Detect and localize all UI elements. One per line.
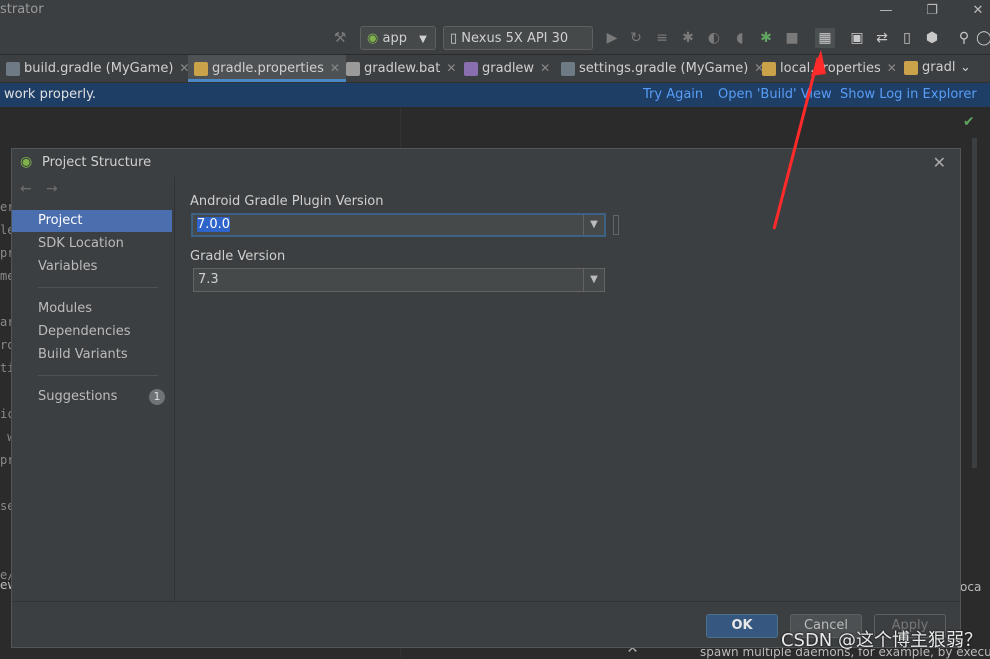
close-tab-icon[interactable]: ✕ bbox=[540, 61, 550, 75]
stop-icon[interactable]: ■ bbox=[782, 28, 802, 48]
side-text-fragment: oca bbox=[960, 580, 982, 594]
agp-version-label: Android Gradle Plugin Version bbox=[190, 194, 384, 209]
sidebar-divider bbox=[38, 287, 158, 288]
tab-build-gradle[interactable]: build.gradle (MyGame) ✕ bbox=[6, 55, 189, 82]
tab-label: gradlew.bat bbox=[364, 61, 441, 76]
back-arrow-icon[interactable]: ← bbox=[20, 181, 32, 197]
build-hammer-icon[interactable]: ⚒ bbox=[330, 28, 350, 48]
avd-manager-icon[interactable]: ▯ bbox=[897, 28, 917, 48]
run-config-value: app bbox=[382, 31, 407, 46]
apply-changes-icon[interactable]: ↻ bbox=[626, 28, 646, 48]
phone-icon: ▯ bbox=[450, 31, 458, 46]
close-tab-icon[interactable]: ✕ bbox=[446, 61, 456, 75]
close-icon[interactable]: ✕ bbox=[933, 153, 946, 172]
show-log-link[interactable]: Show Log in Explorer bbox=[840, 83, 977, 107]
sidebar-item-modules[interactable]: Modules bbox=[12, 298, 172, 320]
agp-version-value: 7.0.0 bbox=[197, 217, 231, 232]
project-structure-icon[interactable]: ▦ bbox=[815, 28, 835, 48]
checkmark-icon: ✔ bbox=[963, 114, 975, 130]
android-icon: ◉ bbox=[20, 154, 33, 170]
window-title: strator bbox=[0, 2, 44, 17]
properties-file-icon bbox=[904, 60, 918, 75]
chevron-down-icon[interactable]: ▼ bbox=[583, 269, 604, 291]
restore-icon[interactable]: ❐ bbox=[912, 0, 952, 22]
close-window-icon[interactable]: ✕ bbox=[958, 0, 990, 22]
forward-arrow-icon[interactable]: → bbox=[46, 181, 58, 197]
run-icon[interactable]: ▶ bbox=[602, 28, 622, 48]
android-icon: ◉ bbox=[367, 31, 379, 46]
sync-notification-bar: work properly. Try Again Open 'Build' Vi… bbox=[0, 83, 990, 107]
close-tab-icon[interactable]: ✕ bbox=[330, 61, 340, 75]
tab-gradlew[interactable]: gradlew ✕ bbox=[464, 55, 550, 82]
main-toolbar: ⚒ ◉ app ▼ ▯ Nexus 5X API 30 ▼ ▶ ↻ ≡ ✱ ◐ … bbox=[0, 22, 990, 69]
account-icon[interactable]: ◯ bbox=[974, 28, 990, 48]
sdk-manager-icon[interactable]: ⬢ bbox=[922, 28, 942, 48]
tab-gradlew-bat[interactable]: gradlew.bat ✕ bbox=[346, 55, 456, 82]
dialog-title-bar: ◉ Project Structure ✕ bbox=[12, 149, 960, 177]
sidebar-item-variables[interactable]: Variables bbox=[12, 256, 172, 278]
dialog-title: Project Structure bbox=[42, 155, 152, 170]
test-icon[interactable]: ✱ bbox=[756, 28, 776, 48]
tab-gradle-overflow[interactable]: gradl bbox=[904, 55, 955, 82]
shell-file-icon bbox=[464, 61, 478, 76]
attach-debugger-icon[interactable]: ◖ bbox=[730, 28, 750, 48]
tab-label: gradlew bbox=[482, 61, 535, 76]
tab-label: settings.gradle (MyGame) bbox=[579, 61, 749, 76]
sync-gradle-icon[interactable]: ⇄ bbox=[872, 28, 892, 48]
apply-code-changes-icon[interactable]: ≡ bbox=[652, 28, 672, 48]
tabs-overflow-chevron-icon[interactable]: ⌄ bbox=[960, 55, 974, 82]
tab-label: gradle.properties bbox=[212, 61, 324, 76]
tab-settings-gradle[interactable]: settings.gradle (MyGame) ✕ bbox=[561, 55, 764, 82]
project-settings-panel: Android Gradle Plugin Version 7.0.0 ▼ Gr… bbox=[174, 177, 960, 601]
search-icon[interactable]: ⚲ bbox=[954, 28, 974, 48]
sidebar-item-dependencies[interactable]: Dependencies bbox=[12, 321, 172, 343]
chevron-down-icon[interactable]: ▼ bbox=[583, 215, 604, 235]
text-file-icon bbox=[346, 61, 360, 76]
gradle-version-combobox[interactable]: 7.3 ▼ bbox=[193, 268, 605, 292]
dialog-sidebar: ← → Project SDK Location Variables Modul… bbox=[12, 177, 175, 601]
project-structure-dialog: ◉ Project Structure ✕ ← → Project SDK Lo… bbox=[11, 148, 961, 648]
tab-label: local.properties bbox=[780, 61, 881, 76]
device-select[interactable]: ▯ Nexus 5X API 30 ▼ bbox=[443, 26, 593, 69]
debug-icon[interactable]: ✱ bbox=[678, 28, 698, 48]
sidebar-divider bbox=[38, 375, 158, 376]
properties-file-icon bbox=[194, 61, 208, 76]
gradle-file-icon bbox=[6, 61, 20, 76]
open-build-view-link[interactable]: Open 'Build' View bbox=[718, 83, 832, 107]
close-tab-icon[interactable]: ✕ bbox=[887, 61, 897, 75]
editor-scrollbar[interactable] bbox=[972, 138, 977, 468]
sidebar-item-project[interactable]: Project bbox=[12, 210, 172, 232]
agp-version-combobox[interactable]: 7.0.0 ▼ bbox=[191, 213, 606, 237]
tool-window-fragment: ew bbox=[0, 578, 18, 592]
editor-tabs: build.gradle (MyGame) ✕ gradle.properties… bbox=[0, 55, 990, 83]
run-config-select[interactable]: ◉ app ▼ bbox=[360, 26, 436, 50]
sidebar-item-sdk-location[interactable]: SDK Location bbox=[12, 233, 172, 255]
profile-icon[interactable]: ◐ bbox=[704, 28, 724, 48]
properties-file-icon bbox=[762, 61, 776, 76]
gradle-version-label: Gradle Version bbox=[190, 249, 286, 264]
terminal-icon[interactable]: ▣ bbox=[847, 28, 867, 48]
minimize-icon[interactable]: — bbox=[866, 0, 906, 22]
watermark-text: CSDN @这个博主狠弱？ bbox=[780, 630, 982, 651]
ok-button[interactable]: OK bbox=[706, 614, 778, 638]
gradle-version-value: 7.3 bbox=[198, 272, 219, 287]
sidebar-item-build-variants[interactable]: Build Variants bbox=[12, 344, 172, 366]
tab-label: gradl bbox=[922, 60, 956, 75]
device-value: Nexus 5X API 30 bbox=[461, 31, 569, 46]
tab-gradle-properties[interactable]: gradle.properties ✕ bbox=[188, 55, 346, 82]
notification-message: work properly. bbox=[4, 87, 97, 102]
title-bar: strator — ❐ ✕ bbox=[0, 0, 990, 22]
field-edit-handle[interactable] bbox=[613, 215, 619, 235]
tab-local-properties[interactable]: local.properties ✕ bbox=[762, 55, 897, 82]
tab-label: build.gradle (MyGame) bbox=[24, 61, 174, 76]
gradle-file-icon bbox=[561, 61, 575, 76]
chevron-down-icon: ▼ bbox=[419, 34, 427, 45]
suggestions-count-badge: 1 bbox=[149, 389, 165, 405]
try-again-link[interactable]: Try Again bbox=[643, 83, 703, 107]
sidebar-item-suggestions[interactable]: Suggestions bbox=[12, 386, 172, 408]
